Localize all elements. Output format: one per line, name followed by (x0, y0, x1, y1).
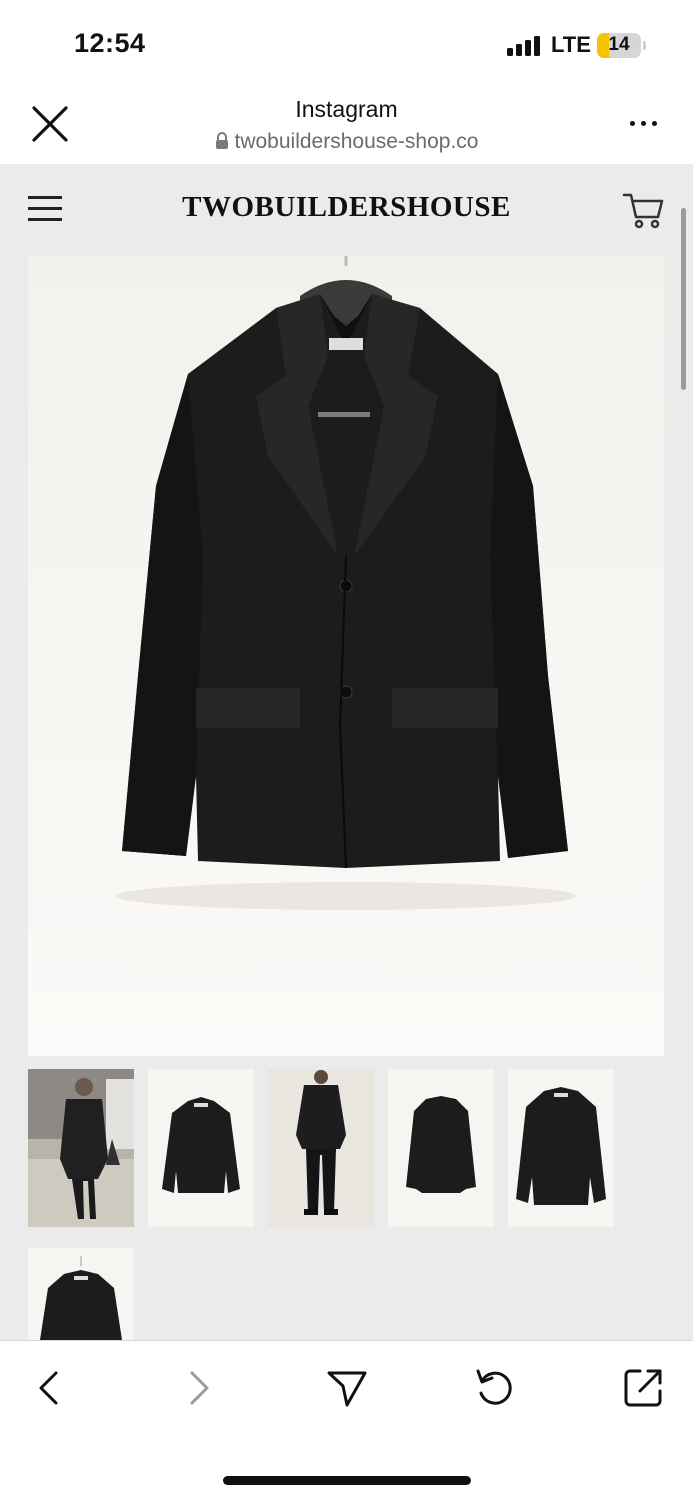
thumbnail-2[interactable] (148, 1069, 254, 1227)
reload-icon[interactable] (472, 1365, 518, 1411)
battery-level: 14 (608, 34, 630, 55)
open-external-icon[interactable] (620, 1365, 666, 1411)
thumbnail-3[interactable] (268, 1069, 374, 1227)
battery-cap (643, 41, 646, 50)
cart-icon[interactable] (622, 190, 666, 230)
home-indicator[interactable] (223, 1476, 471, 1485)
url-text: twobuildershouse-shop.co (234, 130, 479, 153)
lock-icon (215, 132, 229, 156)
page-url[interactable]: twobuildershouse-shop.co (0, 130, 693, 156)
page-title: Instagram (295, 96, 398, 122)
back-icon[interactable] (26, 1365, 72, 1411)
scrollbar[interactable] (681, 208, 686, 390)
forward-icon[interactable] (176, 1365, 222, 1411)
share-send-icon[interactable] (324, 1365, 370, 1411)
product-main-image[interactable] (28, 256, 664, 1056)
battery-icon: 14 (597, 33, 641, 58)
signal-strength-icon (507, 36, 543, 56)
status-time: 12:54 (74, 28, 146, 58)
website-content: TWOBUILDERSHOUSE (0, 164, 693, 1340)
more-horizontal-icon[interactable] (622, 108, 666, 138)
network-type: LTE (551, 32, 591, 57)
thumbnail-5[interactable] (508, 1069, 614, 1227)
thumbnail-1[interactable] (28, 1069, 134, 1227)
site-logo[interactable]: TWOBUILDERSHOUSE (0, 191, 693, 224)
status-bar: 12:54 LTE 14 (0, 0, 693, 88)
thumbnail-4[interactable] (388, 1069, 494, 1227)
site-nav: TWOBUILDERSHOUSE (0, 164, 693, 256)
thumbnail-strip (28, 1069, 668, 1229)
browser-header: Instagram twobuildershouse-shop.co (0, 88, 693, 164)
thumbnail-6[interactable] (28, 1248, 134, 1340)
